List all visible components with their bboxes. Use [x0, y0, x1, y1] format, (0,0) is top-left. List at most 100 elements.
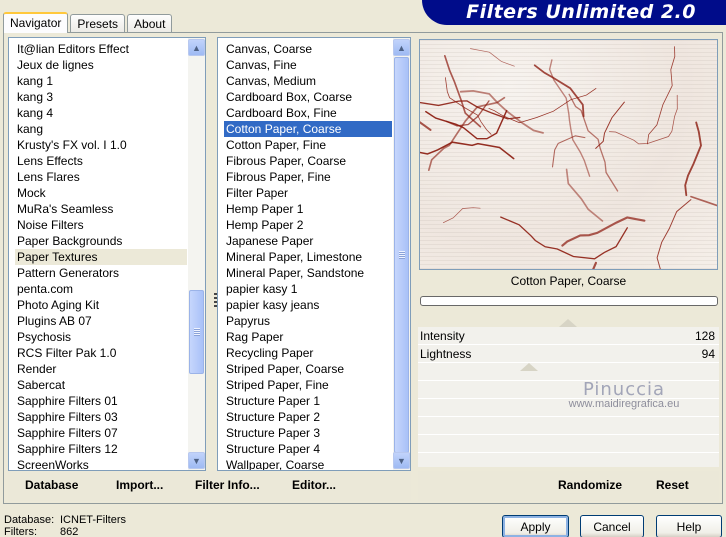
list-item[interactable]: Sapphire Filters 01: [15, 393, 187, 409]
category-scrollbar[interactable]: ▲ ▼: [188, 38, 205, 470]
list-item[interactable]: Sapphire Filters 12: [15, 441, 187, 457]
tab-presets[interactable]: Presets: [70, 14, 126, 32]
list-item[interactable]: MuRa's Seamless: [15, 201, 187, 217]
param-row-intensity[interactable]: Intensity 128: [420, 319, 715, 345]
category-list[interactable]: It@lian Editors Effect Jeux de lignes kang…: [8, 37, 206, 471]
list-item[interactable]: Structure Paper 4: [224, 441, 392, 457]
list-item[interactable]: kang 1: [15, 73, 187, 89]
list-item[interactable]: Jeux de lignes: [15, 57, 187, 73]
filter-scrollbar[interactable]: ▲ ▼: [393, 38, 410, 470]
list-item[interactable]: Lens Effects: [15, 153, 187, 169]
list-item[interactable]: Paper Textures: [15, 249, 187, 265]
category-scroll-thumb[interactable]: [189, 290, 204, 374]
list-item[interactable]: Papyrus: [224, 313, 392, 329]
list-item[interactable]: Structure Paper 3: [224, 425, 392, 441]
list-item[interactable]: Noise Filters: [15, 217, 187, 233]
tab-navigator[interactable]: Navigator: [3, 12, 69, 33]
list-item[interactable]: Rag Paper: [224, 329, 392, 345]
category-scroll-up-button[interactable]: ▲: [188, 39, 205, 56]
editor-button[interactable]: Editor...: [292, 478, 336, 492]
list-item[interactable]: kang 3: [15, 89, 187, 105]
list-item[interactable]: Structure Paper 1: [224, 393, 392, 409]
list-item[interactable]: Render: [15, 361, 187, 377]
filter-scroll-down-button[interactable]: ▼: [393, 452, 410, 469]
filter-items: Canvas, Coarse Canvas, Fine Canvas, Medium…: [224, 41, 392, 470]
list-item[interactable]: RCS Filter Pak 1.0: [15, 345, 187, 361]
list-item[interactable]: Plugins AB 07: [15, 313, 187, 329]
list-item[interactable]: Cardboard Box, Fine: [224, 105, 392, 121]
list-item[interactable]: Cotton Paper, Fine: [224, 137, 392, 153]
list-item[interactable]: Paper Backgrounds: [15, 233, 187, 249]
list-item[interactable]: Wallpaper, Coarse: [224, 457, 392, 470]
list-item[interactable]: Striped Paper, Fine: [224, 377, 392, 393]
import-button[interactable]: Import...: [116, 478, 163, 492]
intensity-slider-marker[interactable]: [559, 319, 577, 327]
crack-line: [684, 121, 702, 197]
lightness-slider-marker[interactable]: [520, 363, 538, 371]
list-item[interactable]: Pattern Generators: [15, 265, 187, 281]
list-item[interactable]: Canvas, Fine: [224, 57, 392, 73]
status-area: Database: ICNET-Filters Filters: 862: [4, 514, 126, 537]
list-item[interactable]: Psychosis: [15, 329, 187, 345]
chevron-up-icon: ▲: [397, 42, 406, 53]
list-item[interactable]: Cardboard Box, Coarse: [224, 89, 392, 105]
list-item[interactable]: Sapphire Filters 03: [15, 409, 187, 425]
crack-line: [500, 216, 628, 260]
list-item[interactable]: papier kasy 1: [224, 281, 392, 297]
cancel-button[interactable]: Cancel: [580, 515, 644, 537]
filter-list[interactable]: Canvas, Coarse Canvas, Fine Canvas, Medium…: [217, 37, 411, 471]
list-item[interactable]: kang 4: [15, 105, 187, 121]
list-item[interactable]: Sabercat: [15, 377, 187, 393]
crack-line: [470, 48, 515, 67]
crack-line: [561, 216, 646, 247]
list-item[interactable]: Canvas, Medium: [224, 73, 392, 89]
chevron-down-icon: ▼: [397, 455, 406, 466]
list-item[interactable]: Photo Aging Kit: [15, 297, 187, 313]
list-item[interactable]: Filter Paper: [224, 185, 392, 201]
preview-toolbar: Randomize Reset: [418, 471, 719, 501]
reset-button[interactable]: Reset: [656, 478, 689, 492]
list-item[interactable]: Fibrous Paper, Fine: [224, 169, 392, 185]
filter-info-button[interactable]: Filter Info...: [195, 478, 260, 492]
list-item[interactable]: Fibrous Paper, Coarse: [224, 153, 392, 169]
list-item[interactable]: Hemp Paper 1: [224, 201, 392, 217]
param-row-lightness[interactable]: Lightness 94: [420, 345, 715, 371]
filter-scroll-up-button[interactable]: ▲: [393, 39, 410, 56]
list-item[interactable]: penta.com: [15, 281, 187, 297]
filter-scroll-thumb[interactable]: [394, 57, 409, 453]
list-item[interactable]: Lens Flares: [15, 169, 187, 185]
header-banner: Filters Unlimited 2.0: [422, 0, 726, 25]
list-item[interactable]: Structure Paper 2: [224, 409, 392, 425]
list-item[interactable]: Sapphire Filters 07: [15, 425, 187, 441]
list-item[interactable]: kang: [15, 121, 187, 137]
category-scroll-down-button[interactable]: ▼: [188, 452, 205, 469]
help-button[interactable]: Help: [656, 515, 722, 537]
database-button[interactable]: Database: [25, 478, 78, 492]
watermark: Pinuccia www.maidiregrafica.eu: [544, 379, 704, 410]
list-item[interactable]: Hemp Paper 2: [224, 217, 392, 233]
list-item[interactable]: Recycling Paper: [224, 345, 392, 361]
apply-button[interactable]: Apply: [502, 515, 569, 537]
preview-image[interactable]: [419, 39, 718, 270]
crack-line: [656, 199, 692, 269]
crack-line: [446, 100, 490, 127]
paper-texture-graphic: [420, 46, 717, 269]
list-item[interactable]: Mineral Paper, Sandstone: [224, 265, 392, 281]
grip-icon: [194, 328, 200, 336]
list-item[interactable]: Mineral Paper, Limestone: [224, 249, 392, 265]
crack-line: [595, 101, 625, 149]
list-item[interactable]: ScreenWorks: [15, 457, 187, 470]
list-item[interactable]: papier kasy jeans: [224, 297, 392, 313]
list-item[interactable]: Mock: [15, 185, 187, 201]
tab-about[interactable]: About: [127, 14, 173, 32]
chevron-down-icon: ▼: [192, 455, 201, 466]
list-item[interactable]: Striped Paper, Coarse: [224, 361, 392, 377]
list-item[interactable]: Canvas, Coarse: [224, 41, 392, 57]
list-item[interactable]: Japanese Paper: [224, 233, 392, 249]
randomize-button[interactable]: Randomize: [558, 478, 622, 492]
list-item[interactable]: Cotton Paper, Coarse: [224, 121, 392, 137]
list-item[interactable]: It@lian Editors Effect: [15, 41, 187, 57]
list-item[interactable]: Krusty's FX vol. I 1.0: [15, 137, 187, 153]
tab-bar: Navigator Presets About: [3, 12, 174, 33]
filters-label: Filters:: [4, 526, 37, 537]
